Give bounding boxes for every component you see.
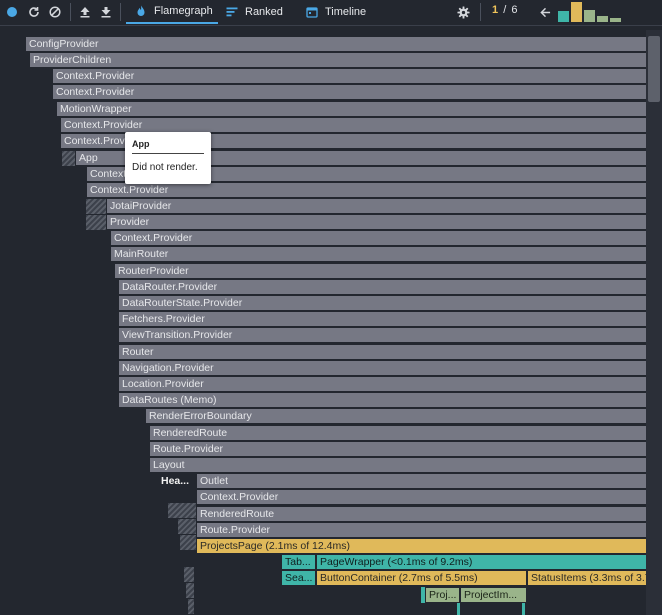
- not-rendered-segment: [186, 583, 194, 598]
- flame-bar[interactable]: RenderedRoute: [149, 426, 646, 441]
- flame-bar[interactable]: RenderedRoute: [196, 507, 646, 522]
- commit-total: 6: [511, 4, 519, 16]
- flame-bar[interactable]: DataRoutes (Memo): [118, 393, 646, 408]
- not-rendered-segment: [62, 151, 76, 166]
- toolbar-divider: [120, 3, 121, 21]
- flame-bar[interactable]: Tab...: [281, 555, 315, 570]
- flame-bar[interactable]: DataRouterState.Provider: [118, 296, 646, 311]
- commit-current: 1: [492, 4, 500, 16]
- flame-bar-page-wrapper[interactable]: PageWrapper (<0.1ms of 9.2ms): [316, 555, 646, 570]
- timeline-icon: [306, 7, 318, 18]
- flame-bar[interactable]: ViewTransition.Provider: [118, 328, 646, 343]
- flame-bar[interactable]: Provider: [106, 215, 646, 230]
- flame-bar[interactable]: DataRouter.Provider: [118, 280, 646, 295]
- tab-ranked[interactable]: Ranked: [226, 0, 290, 24]
- clear-button[interactable]: [46, 0, 64, 24]
- flame-bar[interactable]: Outlet: [196, 474, 646, 489]
- commit-bar[interactable]: [571, 2, 582, 22]
- reload-profile-button[interactable]: [25, 0, 43, 24]
- not-rendered-segment: [86, 199, 106, 214]
- record-icon: [7, 7, 17, 17]
- record-button[interactable]: [4, 0, 20, 24]
- flame-bar[interactable]: Context.Provider: [86, 183, 646, 198]
- tooltip: App Did not render.: [125, 132, 211, 184]
- tooltip-title: App: [132, 139, 204, 154]
- gear-icon: [456, 5, 470, 19]
- flame-bar[interactable]: Route.Provider: [149, 442, 646, 457]
- flame-bar[interactable]: Context.Provider: [52, 69, 646, 84]
- commit-bar[interactable]: [610, 18, 621, 22]
- flame-bar[interactable]: Navigation.Provider: [118, 361, 646, 376]
- scrollbar-thumb[interactable]: [648, 36, 660, 102]
- flame-bar[interactable]: Context.Provider: [52, 85, 646, 100]
- flame-bar-projects-page[interactable]: ProjectsPage (2.1ms of 12.4ms): [196, 539, 646, 554]
- flame-bar[interactable]: RenderErrorBoundary: [145, 409, 646, 424]
- tab-flamegraph[interactable]: Flamegraph: [126, 0, 218, 24]
- flame-bar[interactable]: JotaiProvider: [106, 199, 646, 214]
- flame-bar[interactable]: ConfigProvider: [25, 37, 646, 52]
- tab-timeline[interactable]: Timeline: [306, 0, 376, 24]
- commit-bar[interactable]: [597, 16, 608, 22]
- toolbar-divider: [480, 3, 481, 21]
- flame-bar[interactable]: Layout: [149, 458, 646, 473]
- load-profile-button[interactable]: [77, 0, 93, 24]
- flame-bar-sliver: [457, 603, 460, 615]
- ranked-icon: [226, 7, 238, 17]
- flame-bar-sliver: [522, 603, 525, 615]
- commit-counter: 1 / 6: [492, 4, 518, 16]
- arrow-left-icon: [539, 7, 550, 17]
- toolbar-divider: [70, 3, 71, 21]
- flame-bar[interactable]: ProjectIm...: [460, 588, 526, 603]
- flame-bar-sliver: [421, 587, 425, 603]
- vertical-scrollbar[interactable]: [646, 30, 662, 615]
- tab-ranked-label: Ranked: [245, 6, 283, 18]
- not-rendered-segment: [180, 535, 196, 550]
- flame-icon: [137, 5, 145, 16]
- commit-separator: /: [503, 4, 508, 16]
- reload-profile-icon: [29, 7, 39, 17]
- tooltip-message: Did not render.: [132, 162, 198, 173]
- flame-bar[interactable]: Context.Provider: [110, 231, 646, 246]
- flame-bar[interactable]: Route.Provider: [196, 523, 646, 538]
- tab-timeline-label: Timeline: [325, 6, 367, 18]
- save-profile-button[interactable]: [98, 0, 114, 24]
- clear-icon: [49, 6, 61, 18]
- flame-bar[interactable]: MotionWrapper: [56, 102, 646, 117]
- flame-bar-button-container[interactable]: ButtonContainer (2.7ms of 5.5ms): [316, 571, 526, 586]
- flame-bar[interactable]: Sea...: [281, 571, 315, 586]
- flame-bar[interactable]: Context.Provider: [60, 118, 646, 133]
- flamegraph-chart: ConfigProvider ProviderChildren Context.…: [0, 30, 646, 615]
- settings-button[interactable]: [455, 0, 471, 24]
- not-rendered-segment: [168, 503, 196, 518]
- not-rendered-segment: [184, 567, 194, 582]
- flame-bar[interactable]: Proj...: [425, 588, 459, 603]
- commit-bar[interactable]: [558, 11, 569, 22]
- flame-bar-status-items[interactable]: StatusItems (3.3ms of 3.7: [527, 571, 646, 586]
- not-rendered-segment: [178, 519, 196, 534]
- not-rendered-segment: [86, 215, 106, 230]
- commit-bar[interactable]: [584, 10, 595, 22]
- flame-bar[interactable]: MainRouter: [110, 247, 646, 262]
- profiler-toolbar: Flamegraph Ranked Timeline 1 / 6: [0, 0, 662, 26]
- flame-bar[interactable]: ProviderChildren: [29, 53, 646, 68]
- flame-bar[interactable]: Context.Provider: [196, 490, 646, 505]
- flame-bar-header[interactable]: Hea...: [157, 474, 195, 489]
- previous-commit-button[interactable]: [538, 0, 552, 24]
- tab-flamegraph-label: Flamegraph: [154, 5, 213, 17]
- save-profile-icon: [101, 7, 111, 18]
- flame-bar[interactable]: Location.Provider: [118, 377, 646, 392]
- commit-selector[interactable]: [558, 2, 638, 22]
- flame-bar[interactable]: RouterProvider: [114, 264, 646, 279]
- not-rendered-segment: [188, 599, 194, 614]
- load-profile-icon: [80, 7, 90, 18]
- flame-bar[interactable]: Fetchers.Provider: [118, 312, 646, 327]
- flame-bar[interactable]: Router: [118, 345, 646, 360]
